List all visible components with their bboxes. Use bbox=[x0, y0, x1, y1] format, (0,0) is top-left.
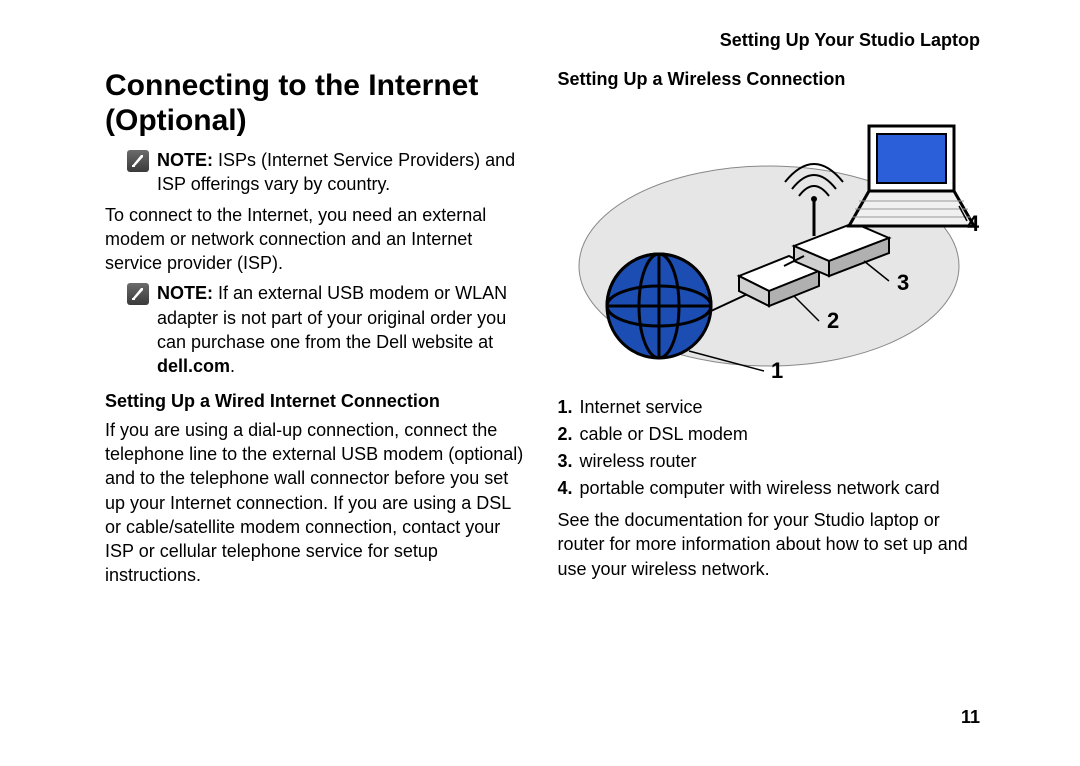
legend-num: 2. bbox=[558, 421, 580, 448]
subhead-wired: Setting Up a Wired Internet Connection bbox=[105, 391, 528, 412]
page-title: Connecting to the Internet (Optional) bbox=[105, 69, 528, 138]
laptop-icon bbox=[849, 126, 974, 226]
legend-text: cable or DSL modem bbox=[580, 421, 748, 448]
legend-item: 4. portable computer with wireless netwo… bbox=[558, 475, 981, 502]
note-text-2: NOTE: If an external USB modem or WLAN a… bbox=[157, 281, 528, 378]
diagram-label-4: 4 bbox=[967, 211, 979, 236]
note-block-1: NOTE: ISPs (Internet Service Providers) … bbox=[127, 148, 528, 197]
paragraph-2: If you are using a dial-up connection, c… bbox=[105, 418, 528, 588]
note-label: NOTE: bbox=[157, 150, 213, 170]
left-column: Connecting to the Internet (Optional) NO… bbox=[105, 69, 528, 736]
diagram-label-2: 2 bbox=[827, 308, 839, 333]
note-label: NOTE: bbox=[157, 283, 213, 303]
paragraph-right-1: See the documentation for your Studio la… bbox=[558, 508, 981, 581]
diagram-label-3: 3 bbox=[897, 270, 909, 295]
subhead-wireless: Setting Up a Wireless Connection bbox=[558, 69, 981, 90]
wireless-diagram: 1 2 3 4 bbox=[558, 96, 981, 386]
legend-text: portable computer with wireless network … bbox=[580, 475, 940, 502]
legend-num: 3. bbox=[558, 448, 580, 475]
page-container: Setting Up Your Studio Laptop Connecting… bbox=[0, 0, 1080, 766]
diagram-svg: 1 2 3 4 bbox=[559, 96, 979, 386]
diagram-label-1: 1 bbox=[771, 358, 783, 383]
title-line-1: Connecting to the Internet bbox=[105, 69, 478, 102]
legend-list: 1. Internet service 2. cable or DSL mode… bbox=[558, 394, 981, 502]
legend-item: 1. Internet service bbox=[558, 394, 981, 421]
two-column-layout: Connecting to the Internet (Optional) NO… bbox=[105, 69, 980, 736]
page-number: 11 bbox=[961, 707, 980, 728]
legend-text: wireless router bbox=[580, 448, 697, 475]
legend-num: 4. bbox=[558, 475, 580, 502]
note-link: dell.com bbox=[157, 356, 230, 376]
title-line-2: (Optional) bbox=[105, 104, 247, 137]
note-icon bbox=[127, 283, 149, 305]
note-block-2: NOTE: If an external USB modem or WLAN a… bbox=[127, 281, 528, 378]
legend-text: Internet service bbox=[580, 394, 703, 421]
paragraph-1: To connect to the Internet, you need an … bbox=[105, 203, 528, 276]
legend-num: 1. bbox=[558, 394, 580, 421]
note-icon bbox=[127, 150, 149, 172]
section-header: Setting Up Your Studio Laptop bbox=[105, 30, 980, 51]
note-body-b: . bbox=[230, 356, 235, 376]
legend-item: 2. cable or DSL modem bbox=[558, 421, 981, 448]
right-column: Setting Up a Wireless Connection bbox=[558, 69, 981, 736]
globe-icon bbox=[607, 254, 711, 358]
legend-item: 3. wireless router bbox=[558, 448, 981, 475]
note-text-1: NOTE: ISPs (Internet Service Providers) … bbox=[157, 148, 528, 197]
